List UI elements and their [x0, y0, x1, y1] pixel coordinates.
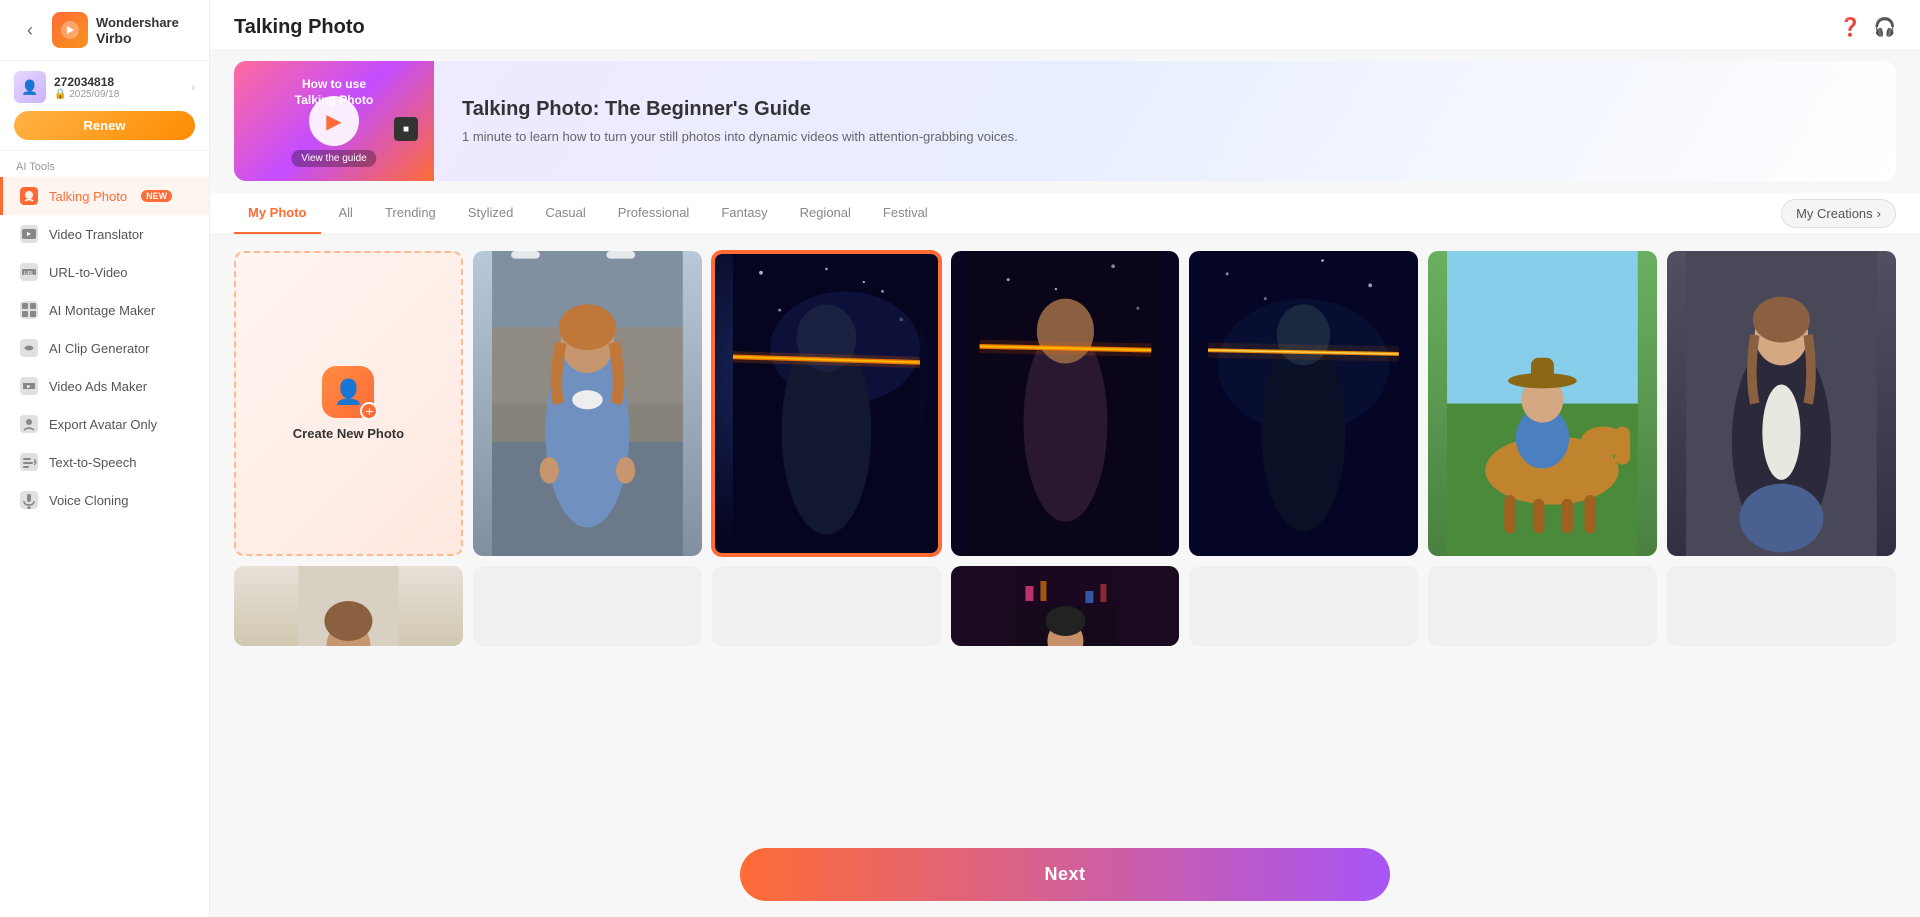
my-creations-button[interactable]: My Creations ›	[1781, 199, 1896, 228]
photo-card-row2-7[interactable]	[1667, 566, 1896, 646]
top-bar: Talking Photo ❓ 🎧	[210, 0, 1920, 49]
headphone-icon[interactable]: 🎧	[1874, 17, 1896, 38]
sidebar-nav: Talking Photo NEW Video Translator URL	[0, 177, 209, 917]
url-to-video-label: URL-to-Video	[49, 265, 128, 280]
sidebar-item-talking-photo[interactable]: Talking Photo NEW	[0, 177, 209, 215]
ai-tools-label: AI Tools	[0, 151, 209, 177]
user-chevron-icon: ›	[191, 80, 195, 94]
user-id: 272034818	[54, 75, 183, 89]
voice-cloning-icon	[19, 490, 39, 510]
tab-trending[interactable]: Trending	[371, 193, 450, 234]
user-info: 272034818 🔒 2025/09/18	[54, 75, 183, 100]
talking-photo-label: Talking Photo	[49, 189, 127, 204]
tab-all[interactable]: All	[325, 193, 367, 234]
tabs: My Photo All Trending Stylized Casual Pr…	[234, 193, 942, 234]
video-translator-icon	[19, 224, 39, 244]
new-badge: NEW	[141, 190, 172, 202]
sidebar-item-voice-cloning[interactable]: Voice Cloning	[0, 481, 209, 519]
banner-title: Talking Photo: The Beginner's Guide	[462, 98, 1018, 121]
photo-card-row2-1[interactable]	[234, 566, 463, 646]
banner-text: Talking Photo: The Beginner's Guide 1 mi…	[434, 78, 1046, 164]
next-button[interactable]: Next	[740, 848, 1390, 901]
sidebar-item-video-translator[interactable]: Video Translator	[0, 215, 209, 253]
banner: How to use Talking Photo ▶ ■ View the gu…	[234, 61, 1896, 181]
bottom-bar: Next	[210, 832, 1920, 917]
photo-card-row2-3[interactable]	[712, 566, 941, 646]
renew-button[interactable]: Renew	[14, 111, 195, 140]
user-avatar: 👤	[14, 71, 46, 103]
plus-icon: +	[360, 402, 378, 420]
photo-card-4[interactable]	[1189, 251, 1418, 556]
photo-grid-area: 👤 + Create New Photo	[210, 235, 1920, 917]
tab-casual[interactable]: Casual	[531, 193, 599, 234]
photo-card-row2-4[interactable]	[951, 566, 1180, 646]
tab-professional[interactable]: Professional	[604, 193, 704, 234]
photo-grid-row2	[234, 566, 1896, 646]
create-label: Create New Photo	[293, 426, 404, 441]
photo-card-3[interactable]	[951, 251, 1180, 556]
main-content: Talking Photo ❓ 🎧 How to use Talking Pho…	[210, 0, 1920, 917]
voice-cloning-label: Voice Cloning	[49, 493, 129, 508]
create-new-photo-card[interactable]: 👤 + Create New Photo	[234, 251, 463, 556]
photo-card-2-selected[interactable]: ✓	[712, 251, 941, 556]
tab-my-photo[interactable]: My Photo	[234, 193, 321, 234]
photo-card-row2-5[interactable]	[1189, 566, 1418, 646]
ai-montage-label: AI Montage Maker	[49, 303, 155, 318]
photo-card-5[interactable]	[1428, 251, 1657, 556]
tab-stylized[interactable]: Stylized	[454, 193, 528, 234]
video-ads-icon	[19, 376, 39, 396]
photo-card-row2-2[interactable]	[473, 566, 702, 646]
ai-clip-icon	[19, 338, 39, 358]
sidebar: ‹ Wondershare Virbo 👤 272034818 🔒 2025/0…	[0, 0, 210, 917]
tab-regional[interactable]: Regional	[786, 193, 865, 234]
top-icons: ❓ 🎧	[1839, 17, 1896, 38]
svg-text:URL: URL	[24, 271, 34, 277]
banner-view-guide[interactable]: View the guide	[291, 150, 376, 167]
ai-montage-icon	[19, 300, 39, 320]
banner-description: 1 minute to learn how to turn your still…	[462, 129, 1018, 144]
create-photo-icon: 👤 +	[322, 366, 374, 418]
text-to-speech-icon	[19, 452, 39, 472]
user-row: 👤 272034818 🔒 2025/09/18 ›	[14, 71, 195, 103]
sidebar-item-text-to-speech[interactable]: Text-to-Speech	[0, 443, 209, 481]
tab-festival[interactable]: Festival	[869, 193, 942, 234]
help-icon[interactable]: ❓	[1839, 17, 1861, 38]
photo-card-1[interactable]	[473, 251, 702, 556]
video-translator-label: Video Translator	[49, 227, 143, 242]
url-to-video-icon: URL	[19, 262, 39, 282]
sidebar-item-video-ads-maker[interactable]: Video Ads Maker	[0, 367, 209, 405]
virbo-small-icon: ■	[394, 117, 418, 141]
banner-thumbnail[interactable]: How to use Talking Photo ▶ ■ View the gu…	[234, 61, 434, 181]
sidebar-item-ai-clip-generator[interactable]: AI Clip Generator	[0, 329, 209, 367]
user-section: 👤 272034818 🔒 2025/09/18 › Renew	[0, 61, 209, 151]
export-avatar-icon	[19, 414, 39, 434]
export-avatar-label: Export Avatar Only	[49, 417, 157, 432]
user-date: 🔒 2025/09/18	[54, 89, 183, 100]
talking-photo-icon	[19, 186, 39, 206]
video-ads-label: Video Ads Maker	[49, 379, 147, 394]
back-button[interactable]: ‹	[16, 16, 44, 44]
photo-grid-row1: 👤 + Create New Photo	[234, 251, 1896, 556]
tabs-bar: My Photo All Trending Stylized Casual Pr…	[210, 193, 1920, 235]
photo-card-row2-6[interactable]	[1428, 566, 1657, 646]
text-to-speech-label: Text-to-Speech	[49, 455, 136, 470]
app-logo-text: Wondershare Virbo	[96, 15, 179, 46]
sidebar-item-ai-montage-maker[interactable]: AI Montage Maker	[0, 291, 209, 329]
ai-clip-label: AI Clip Generator	[49, 341, 149, 356]
sidebar-item-url-to-video[interactable]: URL URL-to-Video	[0, 253, 209, 291]
sidebar-header: ‹ Wondershare Virbo	[0, 0, 209, 61]
app-logo-icon	[52, 12, 88, 48]
banner-label: How to use Talking Photo	[234, 77, 434, 108]
photo-card-6[interactable]	[1667, 251, 1896, 556]
page-title: Talking Photo	[234, 16, 365, 39]
sidebar-item-export-avatar-only[interactable]: Export Avatar Only	[0, 405, 209, 443]
tab-fantasy[interactable]: Fantasy	[707, 193, 781, 234]
